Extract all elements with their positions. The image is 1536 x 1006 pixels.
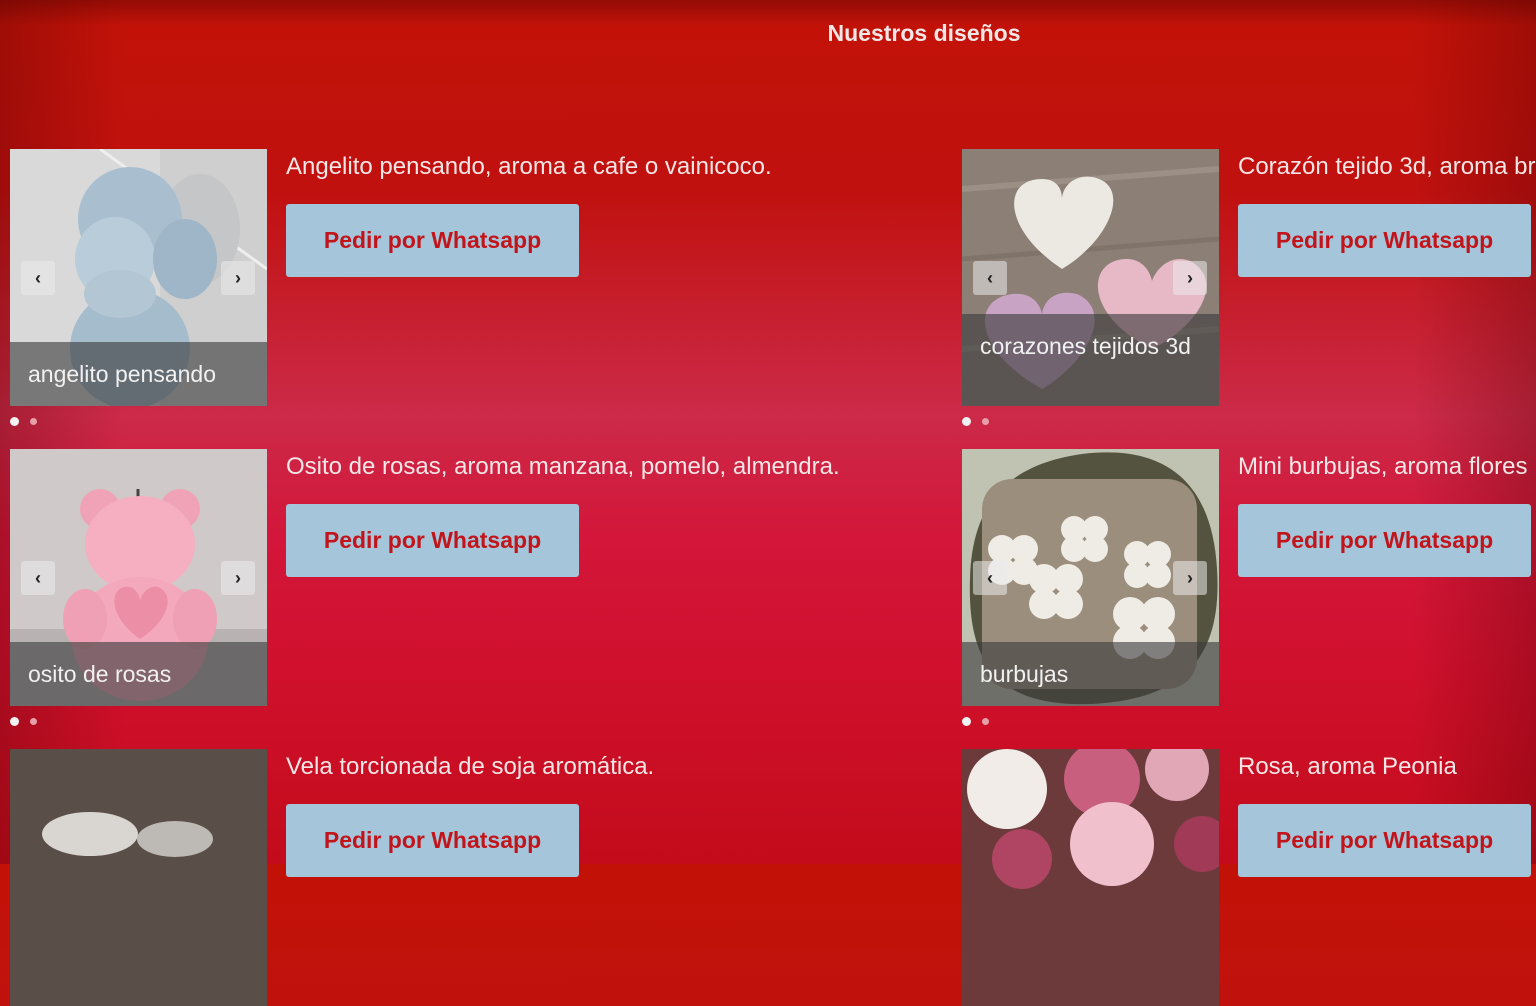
product-description: Angelito pensando, aroma a cafe o vainic… — [286, 153, 772, 180]
carousel-dot-active[interactable] — [10, 717, 19, 726]
product-photo — [10, 749, 267, 1006]
whatsapp-order-button[interactable]: Pedir por Whatsapp — [1238, 204, 1531, 277]
carousel-dot-active[interactable] — [10, 417, 19, 426]
product-carousel — [962, 749, 1219, 1006]
chevron-left-icon: ‹ — [987, 267, 993, 288]
chevron-right-icon: › — [1187, 267, 1193, 288]
product-description: Mini burbujas, aroma flores — [1238, 453, 1528, 480]
chevron-left-icon: ‹ — [35, 267, 41, 288]
chevron-right-icon: › — [235, 267, 241, 288]
whatsapp-order-button[interactable]: Pedir por Whatsapp — [286, 204, 579, 277]
section-title: Nuestros diseños — [827, 20, 1021, 46]
carousel-next-button[interactable]: › — [1173, 261, 1207, 295]
chevron-left-icon: ‹ — [35, 567, 41, 588]
product-carousel: ‹ › burbujas — [962, 449, 1219, 706]
carousel-dot[interactable] — [982, 718, 989, 725]
product-carousel — [10, 749, 267, 1006]
carousel-prev-button[interactable]: ‹ — [21, 261, 55, 295]
carousel-prev-button[interactable]: ‹ — [973, 561, 1007, 595]
product-carousel: ‹ › osito de rosas — [10, 449, 267, 706]
whatsapp-order-button[interactable]: Pedir por Whatsapp — [1238, 504, 1531, 577]
product-description: Osito de rosas, aroma manzana, pomelo, a… — [286, 453, 840, 480]
product-description: Corazón tejido 3d, aroma brisa — [1238, 153, 1536, 180]
carousel-dot-active[interactable] — [962, 417, 971, 426]
carousel-next-button[interactable]: › — [221, 561, 255, 595]
carousel-next-button[interactable]: › — [1173, 561, 1207, 595]
carousel-next-button[interactable]: › — [221, 261, 255, 295]
carousel-dot-active[interactable] — [962, 717, 971, 726]
product-description: Rosa, aroma Peonia — [1238, 753, 1457, 780]
carousel-dot[interactable] — [30, 418, 37, 425]
chevron-right-icon: › — [1187, 567, 1193, 588]
carousel-dot[interactable] — [30, 718, 37, 725]
carousel-caption: burbujas — [962, 642, 1219, 706]
background-vignette — [0, 0, 1536, 864]
carousel-caption: angelito pensando — [10, 342, 267, 406]
chevron-left-icon: ‹ — [987, 567, 993, 588]
carousel-caption: osito de rosas — [10, 642, 267, 706]
carousel-prev-button[interactable]: ‹ — [973, 261, 1007, 295]
carousel-caption: corazones tejidos 3d — [962, 314, 1219, 406]
product-carousel: ‹ › angelito pensando — [10, 149, 267, 406]
chevron-right-icon: › — [235, 567, 241, 588]
whatsapp-order-button[interactable]: Pedir por Whatsapp — [1238, 804, 1531, 877]
whatsapp-order-button[interactable]: Pedir por Whatsapp — [286, 504, 579, 577]
product-photo — [962, 749, 1219, 1006]
product-description: Vela torcionada de soja aromática. — [286, 753, 655, 780]
whatsapp-order-button[interactable]: Pedir por Whatsapp — [286, 804, 579, 877]
carousel-prev-button[interactable]: ‹ — [21, 561, 55, 595]
carousel-dot[interactable] — [982, 418, 989, 425]
product-carousel: ‹ › corazones tejidos 3d — [962, 149, 1219, 406]
